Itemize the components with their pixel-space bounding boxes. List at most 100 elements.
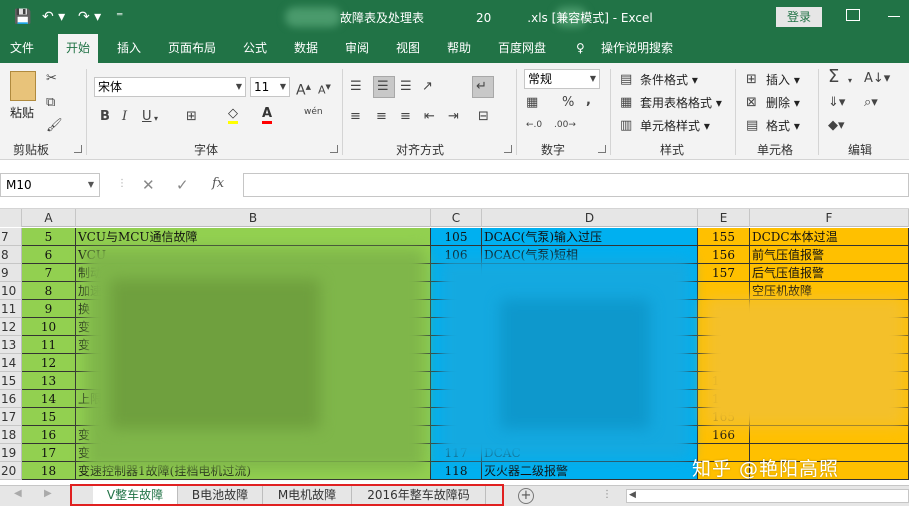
cancel-icon[interactable]: ✕ — [142, 176, 155, 194]
cell-f[interactable]: 前气压值报警 — [750, 246, 909, 264]
sort-filter-icon[interactable]: A↓▾ — [864, 71, 890, 87]
cell-c[interactable]: 105 — [431, 228, 482, 246]
row-header[interactable]: 11 — [0, 300, 22, 318]
row-header[interactable]: 20 — [0, 462, 22, 480]
row-header[interactable]: 14 — [0, 354, 22, 372]
cell-d[interactable]: DCAC(气泵)输入过压 — [482, 228, 698, 246]
autosum-icon[interactable]: Σ — [828, 68, 839, 86]
merge-center-icon[interactable]: ⊟ — [478, 109, 489, 125]
tab-baidu-netdisk[interactable]: 百度网盘 — [498, 34, 546, 63]
align-top-icon[interactable]: ☰ — [350, 79, 362, 95]
format-as-table-button[interactable]: 套用表格格式 ▾ — [640, 95, 722, 111]
row-header[interactable]: 10 — [0, 282, 22, 300]
lightbulb-icon[interactable]: ♀ — [576, 34, 585, 63]
tab-formulas[interactable]: 公式 — [243, 34, 267, 63]
orientation-icon[interactable]: ↗ — [422, 79, 433, 95]
tab-split-icon[interactable]: ⋮ — [602, 489, 612, 500]
percent-style-button[interactable]: % — [562, 95, 574, 111]
select-all-corner[interactable] — [0, 209, 22, 227]
customize-qat-icon[interactable]: ⁼ — [116, 8, 123, 26]
ribbon-display-options-icon[interactable] — [846, 9, 860, 21]
decrease-font-icon[interactable]: A▼ — [318, 79, 331, 99]
row-header[interactable]: 18 — [0, 426, 22, 444]
number-format-select[interactable]: 常规 ▼ — [524, 69, 600, 89]
row-header[interactable]: 15 — [0, 372, 22, 390]
cell-e[interactable]: 155 — [698, 228, 750, 246]
tab-home[interactable]: 开始 — [58, 34, 99, 63]
tab-file[interactable]: 文件 — [10, 34, 34, 63]
insert-cells-button[interactable]: 插入 ▾ — [766, 72, 800, 88]
tell-me-search[interactable]: 操作说明搜索 — [601, 34, 673, 63]
tab-insert[interactable]: 插入 — [117, 34, 141, 63]
cell-a[interactable]: 15 — [22, 408, 76, 426]
row-header[interactable]: 16 — [0, 390, 22, 408]
align-right-icon[interactable]: ≡ — [400, 109, 411, 125]
cell-a[interactable]: 17 — [22, 444, 76, 462]
cell-b[interactable]: VCU与MCU通信故障 — [76, 228, 431, 246]
clipboard-launcher-icon[interactable] — [74, 145, 82, 153]
underline-button[interactable]: U — [142, 109, 152, 125]
font-name-select[interactable]: 宋体 ▼ — [94, 77, 246, 97]
row-header[interactable]: 13 — [0, 336, 22, 354]
increase-indent-icon[interactable]: ⇥ — [448, 109, 459, 125]
cell-a[interactable]: 7 — [22, 264, 76, 282]
column-header-e[interactable]: E — [698, 209, 750, 227]
cell-a[interactable]: 6 — [22, 246, 76, 264]
font-size-select[interactable]: 11 ▼ — [250, 77, 290, 97]
tab-help[interactable]: 帮助 — [447, 34, 471, 63]
minimize-icon[interactable] — [888, 16, 900, 17]
format-painter-icon[interactable]: 🖌 — [46, 118, 63, 134]
comma-style-button[interactable]: , — [586, 93, 591, 109]
decrease-indent-icon[interactable]: ⇤ — [424, 109, 435, 125]
paste-icon[interactable] — [10, 71, 36, 101]
font-color-icon[interactable]: A — [262, 107, 273, 124]
delete-cells-button[interactable]: 删除 ▾ — [766, 95, 800, 111]
cell-styles-button[interactable]: 单元格样式 ▾ — [640, 118, 710, 134]
autosum-dropdown-icon[interactable]: ▾ — [848, 73, 852, 89]
cell-f[interactable] — [750, 426, 909, 444]
number-launcher-icon[interactable] — [598, 145, 606, 153]
horizontal-scrollbar[interactable]: ◀ — [626, 489, 909, 503]
row-header[interactable]: 9 — [0, 264, 22, 282]
cell-c[interactable]: 118 — [431, 462, 482, 480]
conditional-format-button[interactable]: 条件格式 ▾ — [640, 72, 698, 88]
cell-a[interactable]: 8 — [22, 282, 76, 300]
increase-decimal-icon[interactable]: ←.0 — [526, 117, 542, 133]
row-header[interactable]: 8 — [0, 246, 22, 264]
worksheet-grid[interactable]: A B C D E F 7 5 VCU与MCU通信故障 105 DCAC(气泵)输入过压… — [0, 209, 909, 485]
row-header[interactable]: 7 — [0, 228, 22, 246]
cell-a[interactable]: 13 — [22, 372, 76, 390]
redo-icon[interactable]: ↷ ▾ — [78, 8, 101, 26]
column-header-a[interactable]: A — [22, 209, 76, 227]
cell-a[interactable]: 16 — [22, 426, 76, 444]
login-button[interactable]: 登录 — [776, 7, 822, 27]
tab-review[interactable]: 审阅 — [345, 34, 369, 63]
fill-icon[interactable]: ⇓▾ — [828, 95, 845, 111]
cell-e[interactable]: 157 — [698, 264, 750, 282]
cell-a[interactable]: 12 — [22, 354, 76, 372]
cell-e[interactable]: 156 — [698, 246, 750, 264]
save-icon[interactable]: 💾 — [14, 8, 31, 26]
fill-color-icon[interactable]: ◇ — [228, 107, 238, 124]
row-header[interactable]: 19 — [0, 444, 22, 462]
find-select-icon[interactable]: ⌕▾ — [864, 95, 878, 111]
decrease-decimal-icon[interactable]: .00→ — [554, 117, 576, 133]
bold-button[interactable]: B — [100, 109, 110, 125]
next-sheet-icon[interactable]: ▶ — [44, 488, 52, 499]
align-bottom-icon[interactable]: ☰ — [400, 79, 412, 95]
font-launcher-icon[interactable] — [330, 145, 338, 153]
column-header-c[interactable]: C — [431, 209, 482, 227]
name-box[interactable]: M10 ▼ — [0, 173, 100, 197]
formula-input[interactable] — [243, 173, 909, 197]
accounting-format-icon[interactable]: ▦ — [526, 95, 538, 111]
underline-dropdown-icon[interactable]: ▾ — [154, 111, 158, 127]
add-sheet-icon[interactable]: + — [518, 488, 534, 504]
phonetic-guide-icon[interactable]: wén — [304, 107, 323, 117]
format-cells-button[interactable]: 格式 ▾ — [766, 118, 800, 134]
tab-page-layout[interactable]: 页面布局 — [168, 34, 216, 63]
cell-a[interactable]: 11 — [22, 336, 76, 354]
italic-button[interactable]: I — [122, 109, 127, 125]
cell-a[interactable]: 5 — [22, 228, 76, 246]
paste-button[interactable]: 粘贴 — [10, 105, 34, 121]
cell-e[interactable]: 166 — [698, 426, 750, 444]
